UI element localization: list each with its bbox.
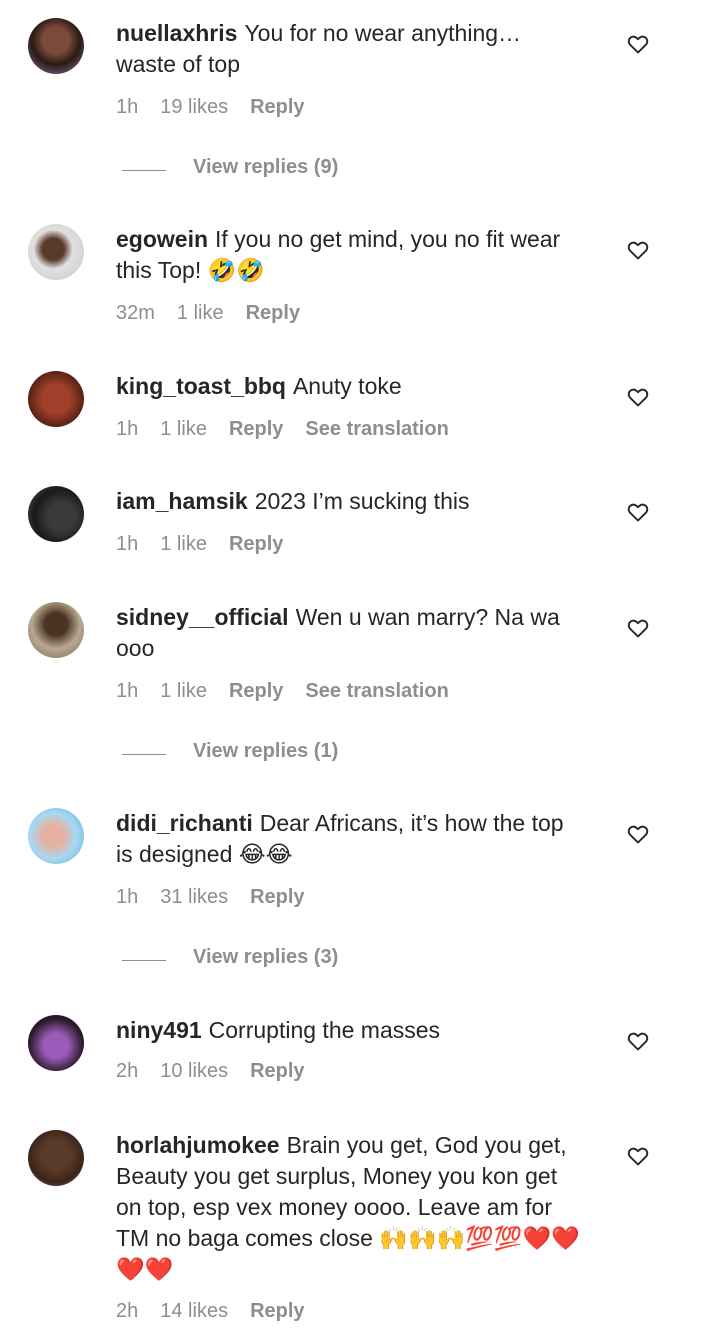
comment-username[interactable]: sidney__official <box>116 604 289 630</box>
divider-line <box>122 960 166 961</box>
comment-time: 1h <box>116 533 139 555</box>
like-count[interactable]: 19 likes <box>160 96 228 118</box>
heart-outline-icon[interactable] <box>626 385 650 409</box>
comment-time: 32m <box>116 302 155 324</box>
reply-button[interactable]: Reply <box>250 886 304 908</box>
comment-body: 2023 I’m sucking this <box>254 488 470 514</box>
avatar[interactable] <box>28 224 84 280</box>
heart-outline-icon[interactable] <box>626 238 650 262</box>
comment-username[interactable]: iam_hamsik <box>116 488 248 514</box>
heart-outline-icon[interactable] <box>626 822 650 846</box>
comment-text-block: niny491 Corrupting the masses <box>116 1015 586 1046</box>
view-replies-button[interactable]: View replies (9) <box>122 156 422 186</box>
view-replies-label[interactable]: View replies (1) <box>193 740 338 763</box>
divider-line <box>122 754 166 755</box>
comment-text-block: iam_hamsik 2023 I’m sucking this <box>116 486 586 517</box>
avatar[interactable] <box>28 18 84 74</box>
heart-outline-icon[interactable] <box>626 1029 650 1053</box>
divider-line <box>122 170 166 171</box>
avatar[interactable] <box>28 1130 84 1186</box>
reply-button[interactable]: Reply <box>250 1300 304 1322</box>
comment-time: 1h <box>116 886 139 908</box>
comment-username[interactable]: didi_richanti <box>116 810 253 836</box>
view-replies-button[interactable]: View replies (3) <box>122 946 422 976</box>
comment-meta: 1h 1 like Reply See translation <box>116 680 471 703</box>
like-count[interactable]: 1 like <box>160 533 207 555</box>
comment-text-block: nuellaxhris You for no wear anything… was… <box>116 18 586 80</box>
comment-time: 1h <box>116 418 139 440</box>
comment-username[interactable]: niny491 <box>116 1017 202 1043</box>
view-replies-label[interactable]: View replies (3) <box>193 946 338 969</box>
heart-outline-icon[interactable] <box>626 1144 650 1168</box>
comment-time: 1h <box>116 96 139 118</box>
comment-time: 1h <box>116 680 139 702</box>
comment-text-block: horlahjumokee Brain you get, God you get,… <box>116 1130 586 1285</box>
comment-time: 2h <box>116 1060 139 1082</box>
avatar[interactable] <box>28 1015 84 1071</box>
like-count[interactable]: 10 likes <box>160 1060 228 1082</box>
comment-body: Anuty toke <box>292 373 402 399</box>
avatar[interactable] <box>28 602 84 658</box>
view-replies-label[interactable]: View replies (9) <box>193 156 338 179</box>
like-count[interactable]: 1 like <box>160 680 207 702</box>
reply-button[interactable]: Reply <box>229 418 283 440</box>
like-count[interactable]: 14 likes <box>160 1300 228 1322</box>
avatar[interactable] <box>28 486 84 542</box>
reply-button[interactable]: Reply <box>250 96 304 118</box>
comment-text-block: didi_richanti Dear Africans, it’s how the… <box>116 808 586 870</box>
heart-outline-icon[interactable] <box>626 32 650 56</box>
like-count[interactable]: 1 like <box>160 418 207 440</box>
reply-button[interactable]: Reply <box>229 680 283 702</box>
comment-body: Corrupting the masses <box>208 1017 441 1043</box>
comment-username[interactable]: king_toast_bbq <box>116 373 286 399</box>
comment-text-block: sidney__official Wen u wan marry? Na wa o… <box>116 602 586 664</box>
see-translation-button[interactable]: See translation <box>305 680 448 702</box>
comment-username[interactable]: nuellaxhris <box>116 20 237 46</box>
comment-text-block: king_toast_bbq Anuty toke <box>116 371 586 402</box>
comment-username[interactable]: horlahjumokee <box>116 1132 280 1158</box>
comment-meta: 1h 31 likes Reply <box>116 886 327 909</box>
like-count[interactable]: 31 likes <box>160 886 228 908</box>
comment-meta: 32m 1 like Reply <box>116 302 322 325</box>
see-translation-button[interactable]: See translation <box>305 418 448 440</box>
reply-button[interactable]: Reply <box>229 533 283 555</box>
comment-time: 2h <box>116 1300 139 1322</box>
view-replies-button[interactable]: View replies (1) <box>122 740 422 770</box>
comment-meta: 2h 10 likes Reply <box>116 1060 327 1083</box>
avatar[interactable] <box>28 808 84 864</box>
avatar[interactable] <box>28 371 84 427</box>
heart-outline-icon[interactable] <box>626 616 650 640</box>
comment-meta: 1h 1 like Reply <box>116 533 305 556</box>
heart-outline-icon[interactable] <box>626 500 650 524</box>
like-count[interactable]: 1 like <box>177 302 224 324</box>
comment-text-block: egowein If you no get mind, you no fit we… <box>116 224 586 286</box>
reply-button[interactable]: Reply <box>250 1060 304 1082</box>
comment-meta: 2h 14 likes Reply <box>116 1300 327 1323</box>
comment-username[interactable]: egowein <box>116 226 208 252</box>
comment-meta: 1h 19 likes Reply <box>116 96 327 119</box>
comment-meta: 1h 1 like Reply See translation <box>116 418 471 441</box>
reply-button[interactable]: Reply <box>246 302 300 324</box>
